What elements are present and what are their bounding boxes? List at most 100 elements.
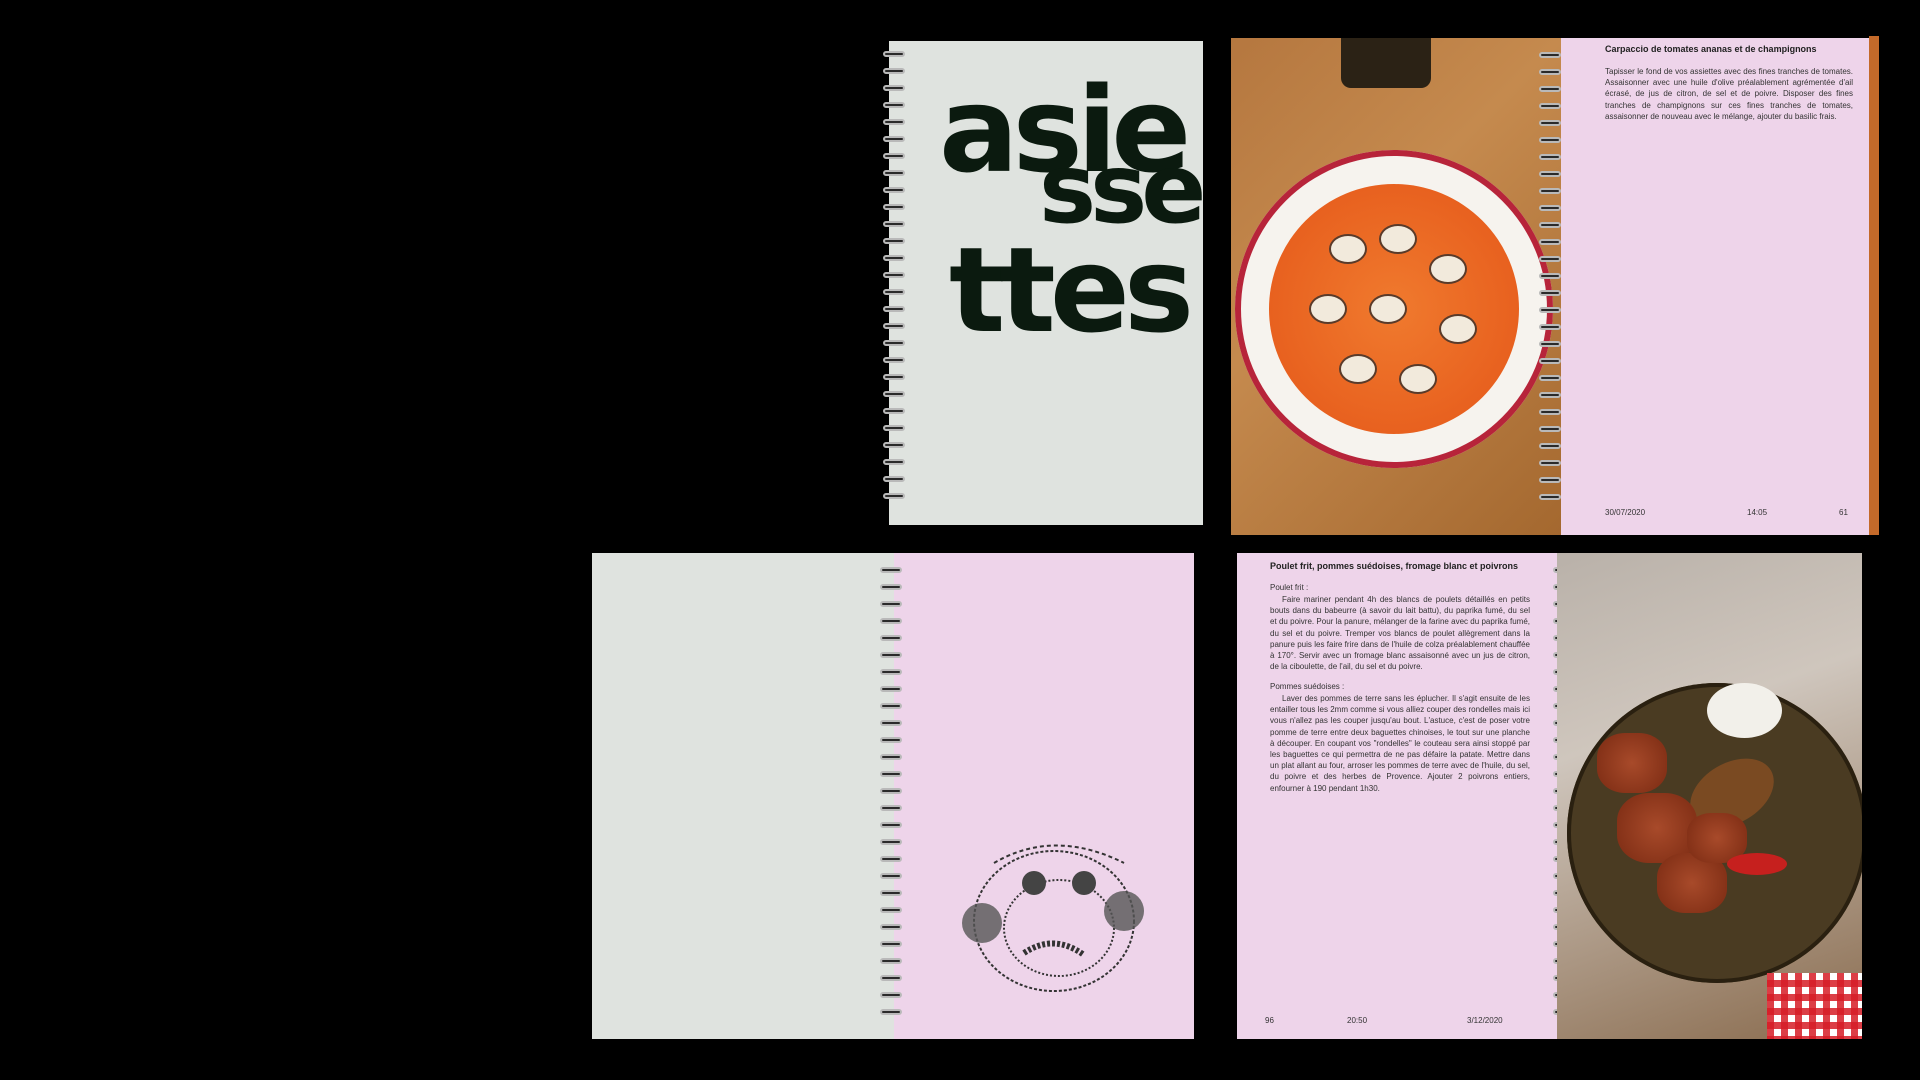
recipe-body: Tapisser le fond de vos assiettes avec d… bbox=[1605, 67, 1853, 121]
spiral-ring bbox=[883, 136, 905, 142]
spiral-ring bbox=[880, 567, 902, 573]
cover-title: asie sse ttes bbox=[939, 71, 1206, 361]
spiral-ring bbox=[883, 102, 905, 108]
spiral-ring bbox=[1539, 426, 1561, 432]
tomato-carpaccio bbox=[1269, 184, 1519, 434]
spiral-ring bbox=[1539, 290, 1561, 296]
spiral-ring bbox=[880, 720, 902, 726]
spiral-ring bbox=[1539, 154, 1561, 160]
fromage-blanc bbox=[1707, 683, 1782, 738]
spiral-ring bbox=[880, 822, 902, 828]
spiral-ring bbox=[883, 119, 905, 125]
photo-stage: asie sse ttes Carpaccio de tomates anana… bbox=[0, 0, 1920, 1080]
spiral-ring bbox=[883, 391, 905, 397]
section-body: Laver des pommes de terre sans les épluc… bbox=[1270, 694, 1530, 793]
spiral-ring bbox=[1539, 103, 1561, 109]
section-heading: Poulet frit : bbox=[1270, 583, 1309, 592]
spiral-ring bbox=[880, 873, 902, 879]
spiral-ring bbox=[883, 255, 905, 261]
recipe-title: Carpaccio de tomates ananas et de champi… bbox=[1605, 44, 1817, 54]
spiral-ring bbox=[883, 221, 905, 227]
section-body: Faire mariner pendant 4h des blancs de p… bbox=[1270, 595, 1530, 672]
mushroom-slice bbox=[1399, 364, 1437, 394]
spiral-ring bbox=[1539, 477, 1561, 483]
page-number: 61 bbox=[1839, 508, 1848, 517]
checkered-cloth bbox=[1767, 973, 1862, 1039]
spiral-ring bbox=[1539, 460, 1561, 466]
spiral-ring bbox=[880, 771, 902, 777]
spiral-ring bbox=[1539, 256, 1561, 262]
spiral-ring bbox=[883, 272, 905, 278]
recipe-time: 14:05 bbox=[1747, 508, 1768, 517]
spiral-ring bbox=[883, 170, 905, 176]
spiral-ring bbox=[883, 68, 905, 74]
recipe-page-61: Carpaccio de tomates ananas et de champi… bbox=[1539, 38, 1876, 535]
recipe-date: 3/12/2020 bbox=[1467, 1016, 1503, 1025]
spiral-ring bbox=[880, 856, 902, 862]
spiral-ring bbox=[880, 652, 902, 658]
fried-chicken bbox=[1597, 733, 1667, 793]
spiral-ring bbox=[1539, 171, 1561, 177]
recipe-time: 20:50 bbox=[1347, 1016, 1368, 1025]
spiral-ring bbox=[880, 941, 902, 947]
spiral-ring bbox=[880, 618, 902, 624]
spiral-ring bbox=[1539, 137, 1561, 143]
spiral-ring bbox=[883, 306, 905, 312]
spiral-ring bbox=[1539, 222, 1561, 228]
spiral-ring bbox=[880, 737, 902, 743]
spiral-ring bbox=[1539, 409, 1561, 415]
plate bbox=[1235, 150, 1553, 468]
spiral-ring bbox=[1539, 86, 1561, 92]
spiral-ring bbox=[880, 992, 902, 998]
spiral-ring bbox=[883, 476, 905, 482]
spiral-ring bbox=[880, 754, 902, 760]
spiral-ring bbox=[1539, 341, 1561, 347]
spiral-ring bbox=[883, 408, 905, 414]
recipe-page-96: Poulet frit, pommes suédoises, fromage b… bbox=[1237, 553, 1575, 1039]
spiral-ring bbox=[883, 442, 905, 448]
bottle bbox=[1341, 38, 1431, 88]
spiral-ring bbox=[883, 187, 905, 193]
plate-sketch bbox=[962, 844, 1144, 992]
spiral-ring bbox=[880, 584, 902, 590]
spiral-ring bbox=[883, 323, 905, 329]
recipe-date: 30/07/2020 bbox=[1605, 508, 1646, 517]
mushroom-slice bbox=[1329, 234, 1367, 264]
spiral-ring bbox=[1539, 358, 1561, 364]
carpaccio-photo bbox=[1231, 38, 1561, 535]
spiral-ring bbox=[880, 703, 902, 709]
spiral-ring bbox=[1539, 494, 1561, 500]
spiral-ring bbox=[883, 493, 905, 499]
spiral-ring bbox=[880, 907, 902, 913]
spiral-ring bbox=[880, 924, 902, 930]
spiral-ring bbox=[883, 85, 905, 91]
spiral-ring bbox=[880, 890, 902, 896]
spiral-ring bbox=[1539, 273, 1561, 279]
spiral-ring bbox=[880, 788, 902, 794]
spiral-ring bbox=[883, 357, 905, 363]
mushroom-slice bbox=[1369, 294, 1407, 324]
spiral-ring bbox=[1539, 188, 1561, 194]
spiral-ring bbox=[880, 975, 902, 981]
spiral-ring bbox=[880, 958, 902, 964]
spiral-ring bbox=[880, 601, 902, 607]
spiral-ring bbox=[1539, 120, 1561, 126]
spiral-binding bbox=[1539, 52, 1563, 522]
mushroom-slice bbox=[1339, 354, 1377, 384]
spiral-ring bbox=[880, 805, 902, 811]
spiral-ring bbox=[1539, 239, 1561, 245]
roasted-pepper bbox=[1727, 853, 1787, 875]
recipe-title: Poulet frit, pommes suédoises, fromage b… bbox=[1270, 561, 1519, 571]
mushroom-slice bbox=[1379, 224, 1417, 254]
spiral-ring bbox=[880, 1009, 902, 1015]
spiral-ring bbox=[880, 635, 902, 641]
spiral-ring bbox=[1539, 205, 1561, 211]
spiral-binding bbox=[883, 51, 907, 511]
page-number: 96 bbox=[1265, 1016, 1274, 1025]
spiral-ring bbox=[1539, 324, 1561, 330]
spiral-ring bbox=[1539, 443, 1561, 449]
spiral-ring bbox=[1539, 69, 1561, 75]
spiral-binding bbox=[880, 567, 904, 1027]
spiral-ring bbox=[883, 425, 905, 431]
section-heading: Pommes suédoises : bbox=[1270, 682, 1345, 691]
